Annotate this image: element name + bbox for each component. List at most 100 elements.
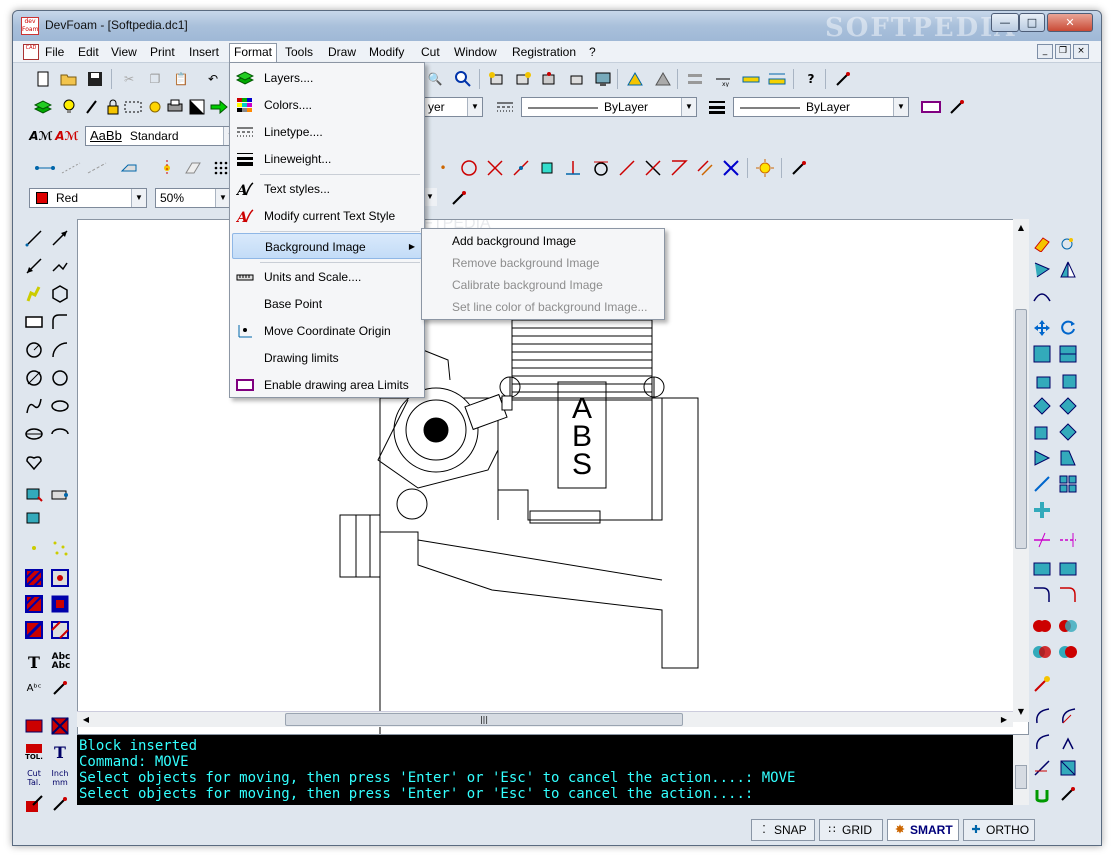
cut-tal-tool-icon[interactable]: Cut Tal.: [23, 767, 45, 789]
stretch-tool-icon[interactable]: [1031, 369, 1053, 391]
save-icon[interactable]: [85, 69, 105, 89]
intersection-icon[interactable]: [485, 158, 505, 178]
menu-window[interactable]: Window: [450, 44, 501, 61]
menu-item-base-point[interactable]: Base Point: [232, 291, 422, 317]
union-tool-icon[interactable]: [1031, 615, 1053, 637]
exclude-tool-icon[interactable]: [1057, 641, 1079, 663]
menu-item-modify-text-style[interactable]: A Modify current Text Style: [232, 203, 422, 229]
explode-tool-icon[interactable]: [23, 793, 45, 815]
monitor-icon[interactable]: [593, 69, 613, 89]
polar-array-tool-icon[interactable]: [1031, 499, 1053, 521]
measure-angle-tool-icon[interactable]: [1031, 259, 1053, 281]
fillet-corner-tool-icon[interactable]: [1031, 557, 1053, 579]
menu-item-drawing-limits[interactable]: Drawing limits: [232, 345, 422, 371]
nearest-icon[interactable]: [511, 158, 531, 178]
document-icon[interactable]: CAD: [23, 44, 39, 60]
menu-item-linetype[interactable]: Linetype....: [232, 119, 422, 145]
align-tool-icon[interactable]: [1057, 395, 1079, 417]
maximize-button[interactable]: □: [1019, 13, 1045, 32]
lineweight-select[interactable]: ByLayer ▼: [733, 97, 909, 117]
block-edit-icon[interactable]: [567, 69, 587, 89]
dimension-icon[interactable]: [767, 69, 787, 89]
hatch-pattern-tool-icon[interactable]: [23, 593, 45, 615]
limits-rect-icon[interactable]: [921, 97, 941, 117]
grid-toggle[interactable]: ∷ GRID: [819, 819, 883, 841]
cross-icon[interactable]: [643, 158, 663, 178]
vertical-scroll-thumb[interactable]: [1015, 309, 1027, 549]
dashed-line-icon[interactable]: [87, 158, 107, 178]
block-insert-tool-icon[interactable]: [23, 483, 45, 505]
menu-cut[interactable]: Cut: [417, 44, 444, 61]
command-console[interactable]: Block inserted Command: MOVE Select object…: [77, 735, 1013, 805]
copy-tool-icon[interactable]: [1031, 343, 1053, 365]
cross-block-tool-icon[interactable]: [49, 715, 71, 737]
menu-draw[interactable]: Draw: [324, 44, 360, 61]
fillet-tool-icon[interactable]: [49, 311, 71, 333]
rotate-view-icon[interactable]: [625, 69, 645, 89]
circle-3p-tool-icon[interactable]: [49, 367, 71, 389]
point-line-icon[interactable]: [61, 158, 81, 178]
angle-icon[interactable]: [669, 158, 689, 178]
menu-item-units-scale[interactable]: Units and Scale....: [232, 264, 422, 290]
scroll-left-icon[interactable]: ◀: [79, 713, 93, 727]
zoom-in-icon[interactable]: [453, 69, 473, 89]
linetype-select[interactable]: ByLayer ▼: [521, 97, 697, 117]
snap-settings-icon[interactable]: [755, 158, 775, 178]
help-icon[interactable]: ?: [801, 69, 821, 89]
text-field-tool-icon[interactable]: T: [49, 741, 71, 763]
dimension-leader-tool-icon[interactable]: [1057, 731, 1079, 753]
horizontal-scrollbar[interactable]: ◀ ||| ▶: [77, 711, 1013, 727]
toolbar-options-icon[interactable]: [947, 97, 967, 117]
extension-icon[interactable]: [617, 158, 637, 178]
lengthen-tool-icon[interactable]: [1031, 473, 1053, 495]
vertical-scrollbar[interactable]: ▲ ▼: [1013, 219, 1029, 722]
eraser-tool-icon[interactable]: [1031, 233, 1053, 255]
extend-line-tool-icon[interactable]: [1057, 529, 1079, 551]
grid-dots-icon[interactable]: [211, 158, 231, 178]
console-scrollbar[interactable]: [1013, 735, 1029, 805]
text-on-path-tool-icon[interactable]: Aᵇᶜ: [23, 677, 45, 699]
menu-registration[interactable]: Registration: [508, 44, 580, 61]
multi-point-tool-icon[interactable]: [49, 537, 71, 559]
offset-tool-icon[interactable]: [1057, 421, 1079, 443]
hatch-solid-tool-icon[interactable]: [23, 619, 45, 641]
smart-toggle[interactable]: ✸ SMART: [887, 819, 959, 841]
curve-offset-tool-icon[interactable]: [1031, 285, 1053, 307]
inch-mm-tool-icon[interactable]: Inch mm: [49, 767, 71, 789]
break-tool-icon[interactable]: [1057, 447, 1079, 469]
left-panel-options-icon[interactable]: [49, 677, 71, 699]
menu-modify[interactable]: Modify: [365, 44, 408, 61]
mdi-minimize-button[interactable]: _: [1037, 44, 1053, 59]
snap-toggle[interactable]: ⁚ SNAP: [751, 819, 815, 841]
rotate-copy-tool-icon[interactable]: [1031, 395, 1053, 417]
toolbar-customize-icon[interactable]: [833, 69, 853, 89]
scroll-up-icon[interactable]: ▲: [1013, 221, 1029, 235]
hatch-edit-tool-icon[interactable]: [49, 567, 71, 589]
linetype-icon[interactable]: [495, 97, 515, 117]
menu-format[interactable]: Format: [229, 43, 278, 63]
new-file-icon[interactable]: [33, 69, 53, 89]
lock-icon[interactable]: [103, 97, 123, 117]
line-tool-icon[interactable]: [23, 227, 45, 249]
menu-item-text-styles[interactable]: A Text styles...: [232, 176, 422, 202]
menu-item-add-background-image[interactable]: Add background Image: [424, 230, 662, 252]
ortho-toggle[interactable]: ✚ ORTHO: [963, 819, 1035, 841]
dimension-diameter-tool-icon[interactable]: [1031, 731, 1053, 753]
freehand-tool-icon[interactable]: [23, 283, 45, 305]
dimension-linear-tool-icon[interactable]: [1031, 757, 1053, 779]
undo-icon[interactable]: ↶: [203, 69, 223, 89]
menu-item-lineweight[interactable]: Lineweight...: [232, 146, 422, 172]
menu-view[interactable]: View: [107, 44, 141, 61]
heart-shape-tool-icon[interactable]: [23, 451, 45, 473]
menu-item-enable-drawing-area-limits[interactable]: Enable drawing area Limits: [232, 372, 422, 398]
paste-icon[interactable]: 📋: [171, 69, 191, 89]
copy-icon[interactable]: ❐: [145, 69, 165, 89]
printer-icon[interactable]: [165, 97, 185, 117]
menu-item-move-coordinate-origin[interactable]: Move Coordinate Origin: [232, 318, 422, 344]
eraser-icon[interactable]: [183, 158, 203, 178]
trim-line-tool-icon[interactable]: [1031, 529, 1053, 551]
layer-select[interactable]: yer ▼: [423, 97, 483, 117]
hatch-gradient-tool-icon[interactable]: [49, 619, 71, 641]
block-edit-tool-icon[interactable]: [23, 507, 45, 529]
horizontal-scroll-thumb[interactable]: |||: [285, 713, 683, 726]
